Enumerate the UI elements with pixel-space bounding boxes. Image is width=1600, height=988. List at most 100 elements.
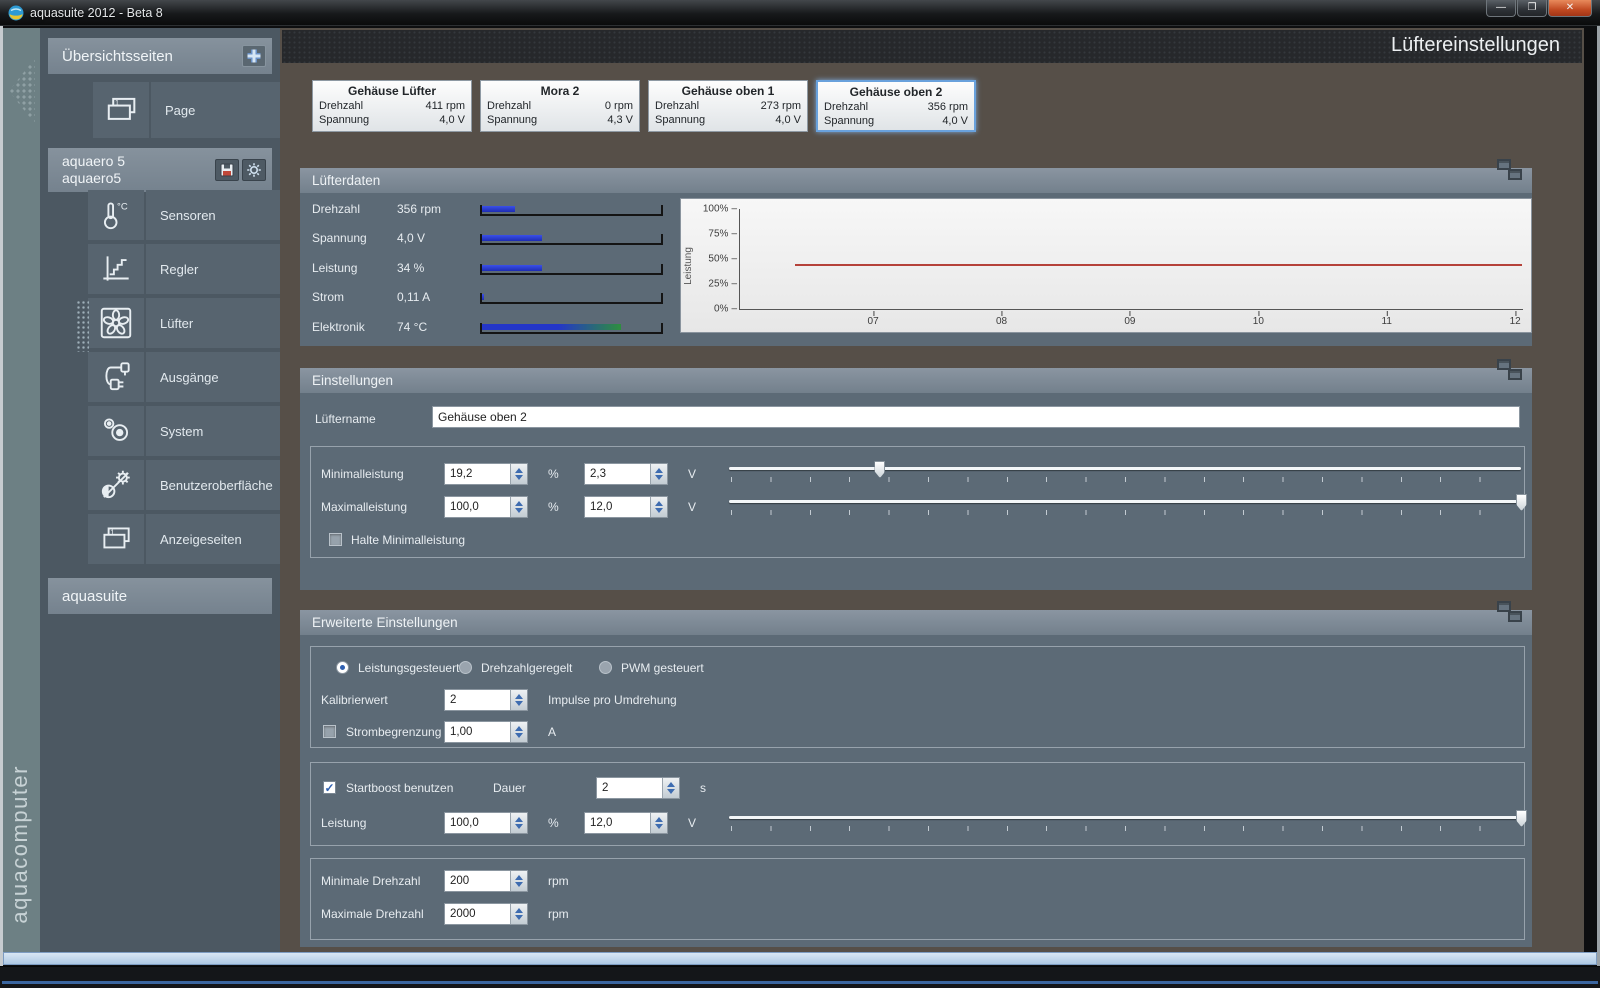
hold-min-power-checkbox[interactable] [329, 533, 342, 546]
close-button[interactable]: ✕ [1548, 0, 1592, 17]
percent-unit: % [548, 816, 559, 830]
mode-radio-leistungsgesteuert[interactable] [336, 661, 349, 674]
sidebar-item-sensoren[interactable]: °C Sensoren [88, 190, 312, 240]
slider-thumb[interactable] [874, 461, 886, 478]
mode-label: Drehzahlgeregelt [481, 661, 573, 675]
calibration-spinner[interactable]: 2 [444, 689, 528, 711]
spinner-arrows[interactable] [510, 464, 527, 484]
page-title: Lüftereinstellungen [1390, 34, 1560, 56]
controller-curve-icon [88, 244, 144, 294]
volt-unit: V [688, 500, 697, 514]
fan-card-title: Gehäuse oben 1 [681, 84, 775, 98]
fan-card-gehaeuse-oben-2-selected[interactable]: Gehäuse oben 2 Drehzahl 356 rpm Spannung 4… [816, 80, 976, 132]
slider-thumb[interactable] [1516, 810, 1527, 827]
current-gauge [480, 292, 663, 304]
current-limit-spinner[interactable]: 1,00 [444, 721, 528, 743]
sidebar-collapse-handle[interactable] [9, 58, 35, 124]
display-contrast-icon [88, 460, 144, 510]
sidebar-item-system[interactable]: System [88, 406, 312, 456]
svg-text:1: 1 [115, 98, 119, 107]
minimize-button[interactable]: — [1486, 0, 1516, 17]
svg-text:1: 1 [110, 527, 114, 536]
min-percent-spinner[interactable]: 19,2 [444, 463, 528, 485]
startboost-group: ✓ Startboost benutzen Dauer 2 s Leistung… [310, 762, 1527, 846]
spinner-arrows[interactable] [650, 813, 667, 833]
sidebar-item-benutzeroberflaeche[interactable]: Benutzeroberfläche [88, 460, 312, 510]
sidebar-item-regler[interactable]: Regler [88, 244, 312, 294]
slider-thumb[interactable] [1516, 494, 1527, 511]
mode-radio-pwm-gesteuert[interactable] [599, 661, 612, 674]
fan-name-input[interactable] [432, 406, 1520, 428]
max-rpm-spinner[interactable]: 2000 [444, 903, 528, 925]
detach-panel-icon[interactable] [1497, 359, 1522, 380]
fan-name-label: Lüftername [315, 412, 376, 426]
mode-label: PWM gesteuert [621, 661, 704, 675]
startboost-checkbox[interactable]: ✓ [323, 781, 336, 794]
fan-card-title: Mora 2 [540, 84, 580, 98]
detach-panel-icon[interactable] [1497, 159, 1522, 180]
chart-plot-area: 100% 75% 50% 25% 0% 07 08 09 10 11 12 [703, 204, 1523, 327]
max-percent-spinner[interactable]: 100,0 [444, 496, 528, 518]
boost-power-slider[interactable] [729, 809, 1527, 835]
hold-min-power-label: Halte Minimalleistung [351, 533, 466, 547]
sidebar-item-label: Ausgänge [160, 369, 219, 385]
sidebar-item-ausgaenge[interactable]: Ausgänge [88, 352, 312, 402]
mode-radio-drehzahlgeregelt[interactable] [459, 661, 472, 674]
min-volt-spinner[interactable]: 2,3 [584, 463, 668, 485]
sidebar-item-label: Sensoren [160, 207, 216, 223]
boost-percent-spinner[interactable]: 100,0 [444, 812, 528, 834]
gear-icon [247, 163, 261, 177]
fan-card-gehaeuse-oben-1[interactable]: Gehäuse oben 1 Drehzahl 273 rpm Spannung 4… [648, 80, 808, 132]
settings-panel-header: Einstellungen [300, 359, 1532, 393]
device-subname: aquaero5 [62, 170, 122, 186]
device-settings-button[interactable] [242, 159, 266, 181]
fan-card-gehaeuse-luefter[interactable]: Gehäuse Lüfter Drehzahl 411 rpm Spannung 4… [312, 80, 472, 132]
fan-data-label: Elektronik [312, 320, 365, 334]
sidebar-item-label: Lüfter [160, 315, 194, 331]
boost-volt-spinner[interactable]: 12,0 [584, 812, 668, 834]
device-header: aquaero 5 aquaero5 [48, 148, 272, 192]
detach-panel-icon[interactable] [1497, 601, 1522, 622]
min-power-label: Minimalleistung [321, 467, 404, 481]
aquasuite-section-header[interactable]: aquasuite [48, 578, 272, 614]
sidebar-item-luefter[interactable]: Lüfter [88, 298, 312, 348]
max-power-slider[interactable] [729, 493, 1527, 519]
voltage-gauge [480, 233, 663, 245]
fan-card-mora-2[interactable]: Mora 2 Drehzahl 0 rpm Spannung 4,3 V [480, 80, 640, 132]
fan-data-label: Drehzahl [312, 202, 361, 216]
min-rpm-label: Minimale Drehzahl [321, 874, 421, 888]
power-history-chart: Leistung 100% 75% 50% 25% 0% 07 08 09 10… [680, 198, 1532, 333]
overview-pages-header: Übersichtsseiten [48, 38, 272, 74]
add-page-button[interactable] [242, 45, 266, 67]
spinner-arrows[interactable] [650, 464, 667, 484]
min-power-slider[interactable] [729, 460, 1521, 486]
page-header-band: Lüftereinstellungen [282, 30, 1582, 63]
spinner-arrows[interactable] [510, 690, 527, 710]
max-rpm-label: Maximale Drehzahl [321, 907, 424, 921]
sidebar-item-label: System [160, 423, 204, 439]
spinner-arrows[interactable] [510, 497, 527, 517]
spinner-arrows[interactable] [510, 722, 527, 742]
min-rpm-spinner[interactable]: 200 [444, 870, 528, 892]
window-bottom-edge [0, 966, 1600, 988]
sidebar-item-anzeigeseiten[interactable]: 1 Anzeigeseiten [88, 514, 312, 564]
app-logo-icon [8, 5, 24, 21]
maximize-button[interactable]: ❐ [1517, 0, 1547, 17]
thermometer-icon: °C [88, 190, 144, 240]
spinner-arrows[interactable] [510, 813, 527, 833]
horizontal-scrollbar[interactable] [3, 952, 1597, 965]
save-button[interactable] [215, 159, 239, 181]
fan-data-label: Spannung [312, 231, 367, 245]
sidebar-item-label: Benutzeroberfläche [160, 477, 273, 493]
spinner-arrows[interactable] [662, 778, 679, 798]
duration-spinner[interactable]: 2 [596, 777, 680, 799]
spinner-arrows[interactable] [510, 904, 527, 924]
max-volt-spinner[interactable]: 12,0 [584, 496, 668, 518]
current-limit-checkbox[interactable] [323, 725, 336, 738]
percent-unit: % [548, 500, 559, 514]
power-limits-group: Minimalleistung 19,2 % 2,3 V Maximalleis… [310, 446, 1527, 558]
spinner-arrows[interactable] [650, 497, 667, 517]
brand-logo-text: aquacomputer [7, 765, 32, 924]
settings-panel: Einstellungen Lüftername Minimalleistung… [300, 359, 1532, 590]
spinner-arrows[interactable] [510, 871, 527, 891]
